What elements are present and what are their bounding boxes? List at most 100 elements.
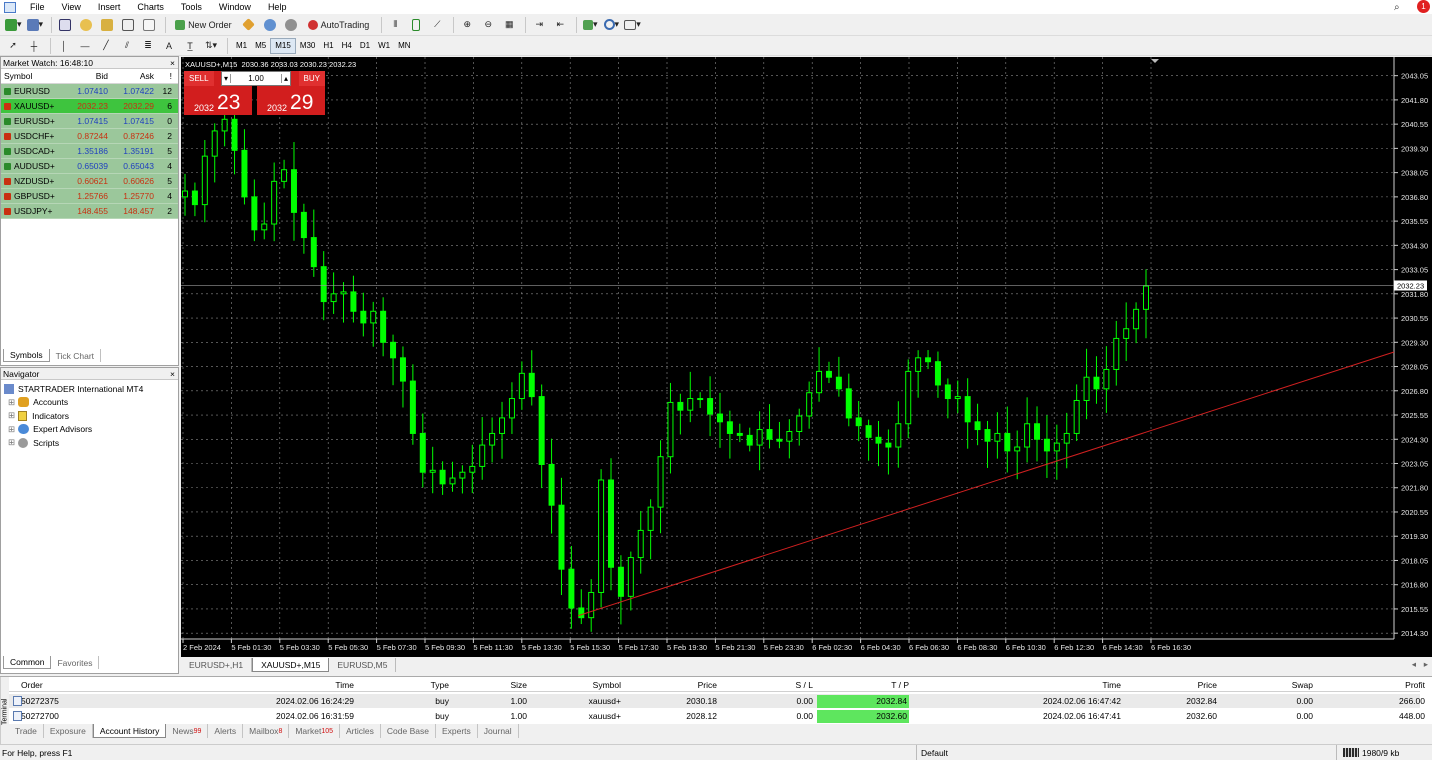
vertical-line-icon[interactable]: │ — [55, 37, 73, 55]
tab-symbols[interactable]: Symbols — [3, 349, 50, 362]
close-icon[interactable]: × — [170, 369, 178, 379]
bar-chart-icon[interactable]: ⫴ — [386, 16, 404, 34]
metaeditor-icon[interactable] — [240, 16, 258, 34]
terminal-tab-news[interactable]: News 99 — [166, 724, 209, 738]
timeframe-m30[interactable]: M30 — [296, 38, 320, 54]
lot-decrease-icon[interactable]: ▾ — [222, 74, 232, 83]
indicators-icon[interactable]: ▾ — [581, 16, 599, 34]
market-watch-row[interactable]: AUDUSD+ 0.65039 0.65043 4 — [1, 159, 178, 174]
horizontal-line-icon[interactable]: — — [76, 37, 94, 55]
terminal-icon[interactable] — [119, 16, 137, 34]
col-spread[interactable]: ! — [157, 71, 175, 81]
navigator-icon[interactable] — [98, 16, 116, 34]
menu-window[interactable]: Window — [211, 2, 260, 12]
terminal-tab-journal[interactable]: Journal — [478, 724, 519, 738]
col-tp-header[interactable]: T / P — [817, 680, 909, 690]
timeframe-mn[interactable]: MN — [394, 38, 414, 54]
line-chart-icon[interactable]: ⟋ — [428, 16, 446, 34]
autoscroll-icon[interactable]: ⇥ — [530, 16, 548, 34]
market-watch-row[interactable]: EURUSD+ 1.07415 1.07415 0 — [1, 114, 178, 129]
col-time-header[interactable]: Time — [139, 680, 354, 690]
price-chart[interactable]: 2043.05 2041.80 2040.55 2039.30 2038.05 2036.… — [181, 57, 1432, 657]
data-window-icon[interactable] — [77, 16, 95, 34]
col-order-header[interactable]: Order — [15, 680, 75, 690]
timeframe-m5[interactable]: M5 — [251, 38, 270, 54]
templates-icon[interactable]: ▾ — [623, 16, 642, 34]
market-watch-row[interactable]: GBPUSD+ 1.25766 1.25770 4 — [1, 189, 178, 204]
timeframe-m1[interactable]: M1 — [232, 38, 251, 54]
chart-window[interactable]: 2043.05 2041.80 2040.55 2039.30 2038.05 2036.… — [181, 57, 1432, 657]
market-watch-row[interactable]: USDCAD+ 1.35186 1.35191 5 — [1, 144, 178, 159]
chart-tab-eurusd-m5[interactable]: EURUSD,M5 — [329, 658, 397, 672]
tab-favorites[interactable]: Favorites — [51, 656, 100, 669]
tab-tick-chart[interactable]: Tick Chart — [50, 349, 102, 362]
col-swap-header[interactable]: Swap — [1229, 680, 1313, 690]
tile-windows-icon[interactable]: ▦ — [500, 16, 518, 34]
col-price-header[interactable]: Price — [629, 680, 717, 690]
terminal-tab-alerts[interactable]: Alerts — [208, 724, 244, 738]
market-watch-icon[interactable] — [56, 16, 74, 34]
history-row[interactable]: 50272375 2024.02.06 16:24:29 buy 1.00 xauusd… — [9, 694, 1425, 708]
col-type-header[interactable]: Type — [369, 680, 449, 690]
col-symbol[interactable]: Symbol — [1, 71, 61, 81]
strategy-tester-icon[interactable] — [140, 16, 158, 34]
menu-tools[interactable]: Tools — [173, 2, 211, 12]
trendline-icon[interactable]: ╱ — [97, 37, 115, 55]
new-order-button[interactable]: New Order — [170, 16, 237, 34]
terminal-tab-market[interactable]: Market 105 — [289, 724, 341, 738]
col-bid[interactable]: Bid — [61, 71, 111, 81]
terminal-tab-experts[interactable]: Experts — [436, 724, 478, 738]
search-icon[interactable]: ⌕ — [1394, 2, 1400, 13]
scroll-right-icon[interactable]: ▸ — [1424, 659, 1428, 670]
market-watch-row[interactable]: USDJPY+ 148.455 148.457 2 — [1, 204, 178, 219]
timeframe-w1[interactable]: W1 — [374, 38, 394, 54]
menu-charts[interactable]: Charts — [129, 2, 173, 12]
navigator-item-accounts[interactable]: ⊞ Accounts — [4, 396, 178, 410]
navigator-item-indicators[interactable]: ⊞ Indicators — [4, 409, 178, 423]
autotrading-button[interactable]: AutoTrading — [303, 16, 375, 34]
tab-common[interactable]: Common — [3, 656, 52, 669]
timeframe-h4[interactable]: H4 — [338, 38, 356, 54]
col-price-header[interactable]: Price — [1129, 680, 1217, 690]
new-chart-icon[interactable]: ▾ — [4, 16, 23, 34]
terminal-tab-articles[interactable]: Articles — [340, 724, 381, 738]
scroll-left-icon[interactable]: ◂ — [1412, 659, 1416, 670]
lot-increase-icon[interactable]: ▴ — [280, 74, 290, 83]
market-watch-row[interactable]: NZDUSD+ 0.60621 0.60626 5 — [1, 174, 178, 189]
expand-icon[interactable]: ⊞ — [8, 410, 15, 421]
community-icon[interactable] — [261, 16, 279, 34]
menu-view[interactable]: View — [54, 2, 90, 12]
lot-size-field[interactable]: ▾ 1.00 ▴ — [221, 71, 291, 86]
history-row[interactable]: 50272700 2024.02.06 16:31:59 buy 1.00 xauusd… — [9, 709, 1425, 723]
market-watch-row[interactable]: EURUSD 1.07410 1.07422 12 — [1, 84, 178, 99]
terminal-tab-code-base[interactable]: Code Base — [381, 724, 436, 738]
channel-icon[interactable]: ⫽ — [118, 37, 136, 55]
expand-icon[interactable]: ⊞ — [8, 424, 15, 435]
arrows-icon[interactable]: ⇅▾ — [202, 37, 220, 55]
market-watch-row[interactable]: USDCHF+ 0.87244 0.87246 2 — [1, 129, 178, 144]
terminal-tab-trade[interactable]: Trade — [9, 724, 44, 738]
col-sl-header[interactable]: S / L — [729, 680, 813, 690]
fibonacci-icon[interactable]: ≣ — [139, 37, 157, 55]
lot-size-value[interactable]: 1.00 — [248, 74, 264, 83]
signals-icon[interactable] — [282, 16, 300, 34]
notification-badge[interactable]: 1 — [1417, 0, 1430, 13]
timeframe-m15[interactable]: M15 — [270, 37, 296, 54]
expand-icon[interactable]: ⊞ — [8, 437, 15, 448]
expand-icon[interactable]: ⊞ — [8, 397, 15, 408]
timeframe-h1[interactable]: H1 — [319, 38, 337, 54]
col-time-header[interactable]: Time — [939, 680, 1121, 690]
close-icon[interactable]: × — [170, 58, 178, 68]
terminal-tab-mailbox[interactable]: Mailbox 8 — [243, 724, 290, 738]
col-ask[interactable]: Ask — [111, 71, 157, 81]
menu-insert[interactable]: Insert — [90, 2, 130, 12]
menu-help[interactable]: Help — [260, 2, 296, 12]
cursor-icon[interactable]: ➚ — [4, 37, 22, 55]
crosshair-icon[interactable]: ┼ — [25, 37, 43, 55]
zoom-out-icon[interactable]: ⊖ — [479, 16, 497, 34]
col-symbol-header[interactable]: Symbol — [539, 680, 621, 690]
market-watch-row[interactable]: XAUUSD+ 2032.23 2032.29 6 — [1, 99, 178, 114]
terminal-tab-exposure[interactable]: Exposure — [44, 724, 93, 738]
timeframe-d1[interactable]: D1 — [356, 38, 374, 54]
text-icon[interactable]: A — [160, 37, 178, 55]
